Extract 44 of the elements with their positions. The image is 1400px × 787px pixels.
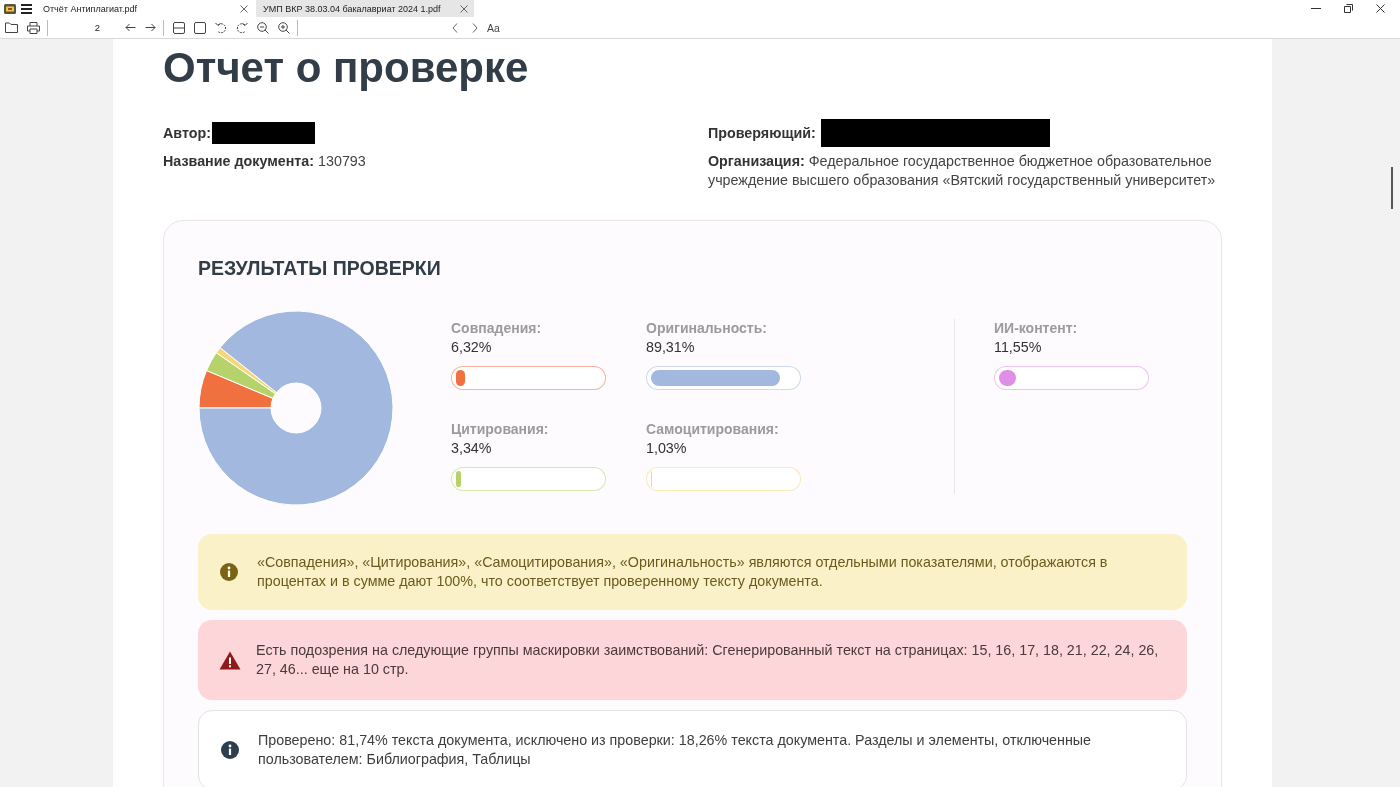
arrow-right-icon[interactable] bbox=[145, 23, 156, 32]
app-icon bbox=[4, 3, 16, 14]
notice-text: «Совпадения», «Цитирования», «Самоцитирования», «Оригинальность» являются отдельными показателями, отображаются в процентах и в сумме дают 100%, что соответствует проверенному тексту документа. bbox=[257, 553, 1109, 591]
warning-icon bbox=[219, 650, 241, 670]
close-icon[interactable] bbox=[1376, 4, 1385, 13]
minimize-icon[interactable] bbox=[1311, 7, 1321, 10]
arrow-left-icon[interactable] bbox=[125, 23, 136, 32]
print-icon[interactable] bbox=[27, 21, 40, 34]
info-icon bbox=[220, 563, 238, 581]
folder-icon[interactable] bbox=[5, 22, 18, 33]
metric-value: 1,03% bbox=[646, 439, 688, 458]
scrollbar-thumb[interactable] bbox=[1391, 167, 1393, 209]
restore-icon[interactable] bbox=[1344, 4, 1353, 13]
menu-icon[interactable] bbox=[21, 3, 32, 14]
page-number-field[interactable]: 2 bbox=[52, 19, 110, 36]
metric-value: 3,34% bbox=[451, 439, 493, 458]
zoom-in-icon[interactable] bbox=[278, 21, 290, 34]
metric-value: 89,31% bbox=[646, 338, 696, 357]
report-title: Отчет о проверке bbox=[163, 43, 530, 93]
rotate-right-icon[interactable] bbox=[236, 21, 248, 34]
metric-value: 6,32% bbox=[451, 338, 493, 357]
document-name-text: Название документа: 130793 bbox=[163, 152, 367, 171]
metric-value: 11,55% bbox=[994, 338, 1043, 357]
results-heading: РЕЗУЛЬТАТЫ ПРОВЕРКИ bbox=[198, 256, 442, 280]
author-label: Автор: bbox=[163, 125, 211, 141]
text-settings-button[interactable]: Aa bbox=[487, 21, 500, 34]
chevron-left-icon[interactable] bbox=[452, 22, 458, 33]
tab[interactable]: УМП ВКР 38.03.04 бакалавриат 2024 1.pdf bbox=[256, 0, 474, 17]
rotate-left-icon[interactable] bbox=[215, 21, 227, 34]
close-icon[interactable] bbox=[240, 4, 248, 13]
metric-label: Самоцитирования: bbox=[646, 420, 780, 439]
split-view-icon[interactable] bbox=[173, 21, 185, 34]
metric-label: Цитирования: bbox=[451, 420, 550, 439]
metric-label: Совпадения: bbox=[451, 319, 543, 338]
reviewer-label: Проверяющий: bbox=[708, 125, 816, 141]
single-page-icon[interactable] bbox=[194, 21, 206, 34]
notice-text: Проверено: 81,74% текста документа, исключено из проверки: 18,26% текста документа. Разделы и элементы, отключенные пользователем: Библиография, Таблицы bbox=[258, 731, 1093, 769]
info-icon bbox=[221, 741, 239, 759]
zoom-out-icon[interactable] bbox=[257, 21, 269, 34]
metric-label: ИИ-контент: bbox=[994, 319, 1079, 338]
chevron-right-icon[interactable] bbox=[472, 22, 478, 33]
organization-text: Организация: Федеральное государственное бюджетное образовательное учреждение высшего образования «Вятский государственный университет» bbox=[708, 152, 1217, 190]
notice-text: Есть подозрения на следующие группы маскировки заимствований: Сгенерированный текст на страницах: 15, 16, 17, 18, 21, 22, 24, 26, 27, 46... еще на 10 стр. bbox=[256, 641, 1160, 679]
metric-label: Оригинальность: bbox=[646, 319, 768, 338]
